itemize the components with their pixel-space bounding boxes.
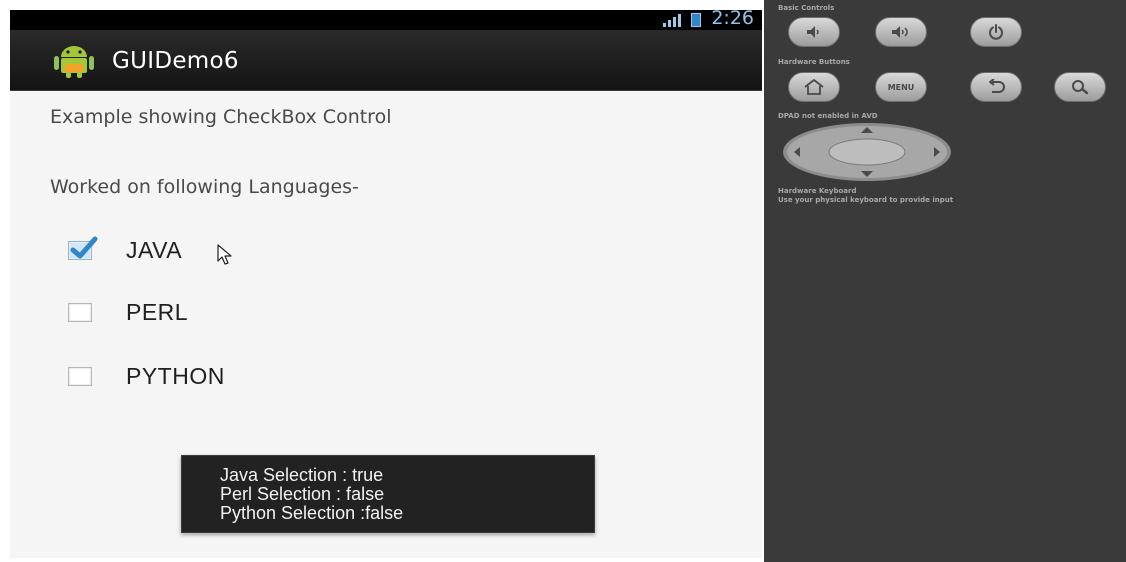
heading-text: Example showing CheckBox Control — [50, 106, 392, 128]
checkbox-perl-box[interactable] — [68, 302, 92, 322]
back-button[interactable] — [970, 72, 1022, 102]
checkbox-java-label: JAVA — [126, 236, 183, 263]
home-button[interactable] — [788, 72, 840, 102]
volume-up-icon — [892, 26, 908, 38]
checkbox-perl-label: PERL — [126, 298, 189, 325]
emulator-control-panel: Basic Controls Hardware Buttons MENU DPA… — [764, 0, 1126, 562]
checkbox-python-box[interactable] — [68, 366, 92, 386]
basic-controls-label: Basic Controls — [778, 4, 835, 12]
checkbox-java[interactable]: JAVA — [68, 236, 182, 264]
checkbox-python[interactable]: PYTHON — [68, 362, 225, 390]
volume-up-button[interactable] — [875, 17, 927, 47]
volume-down-button[interactable] — [788, 17, 840, 47]
search-icon — [1072, 80, 1089, 95]
keyboard-label: Hardware Keyboard — [778, 187, 857, 195]
power-button[interactable] — [970, 17, 1022, 47]
toast-message: Java Selection : true Perl Selection : f… — [181, 455, 595, 533]
toast-line-python: Python Selection :false — [220, 503, 404, 523]
keyboard-hint-label: Use your physical keyboard to provide in… — [778, 196, 954, 204]
hardware-buttons-label: Hardware Buttons — [778, 58, 850, 66]
checkbox-python-label: PYTHON — [126, 362, 225, 389]
toast-line-perl: Perl Selection : false — [220, 484, 385, 504]
status-bar: 2:26 — [10, 10, 762, 30]
status-clock: 2:26 — [711, 10, 754, 29]
checkbox-java-box[interactable] — [68, 236, 98, 260]
signal-icon — [663, 13, 682, 27]
dpad-label: DPAD not enabled in AVD — [778, 112, 878, 120]
power-icon — [989, 24, 1003, 40]
menu-button[interactable]: MENU — [875, 72, 927, 102]
checkbox-perl[interactable]: PERL — [68, 298, 188, 326]
menu-button-label: MENU — [887, 82, 915, 92]
screen: 2:26 GUIDemo6 Example showing CheckBox C… — [0, 0, 1126, 562]
subheading-text: Worked on following Languages- — [50, 176, 359, 198]
mouse-cursor-icon — [217, 244, 232, 265]
battery-charging-icon — [691, 13, 702, 27]
toast-line-java: Java Selection : true — [220, 465, 384, 485]
home-icon — [804, 79, 824, 95]
status-icons: 2:26 — [663, 10, 754, 30]
volume-down-icon — [807, 26, 819, 38]
dpad-control[interactable] — [782, 122, 952, 182]
app-title: GUIDemo6 — [112, 48, 239, 74]
search-button[interactable] — [1054, 72, 1106, 102]
action-bar: GUIDemo6 — [10, 30, 762, 91]
android-icon — [54, 46, 94, 78]
emulator-screen: 2:26 GUIDemo6 Example showing CheckBox C… — [10, 10, 762, 558]
checkmark-icon — [70, 236, 98, 258]
back-icon — [989, 79, 1005, 93]
